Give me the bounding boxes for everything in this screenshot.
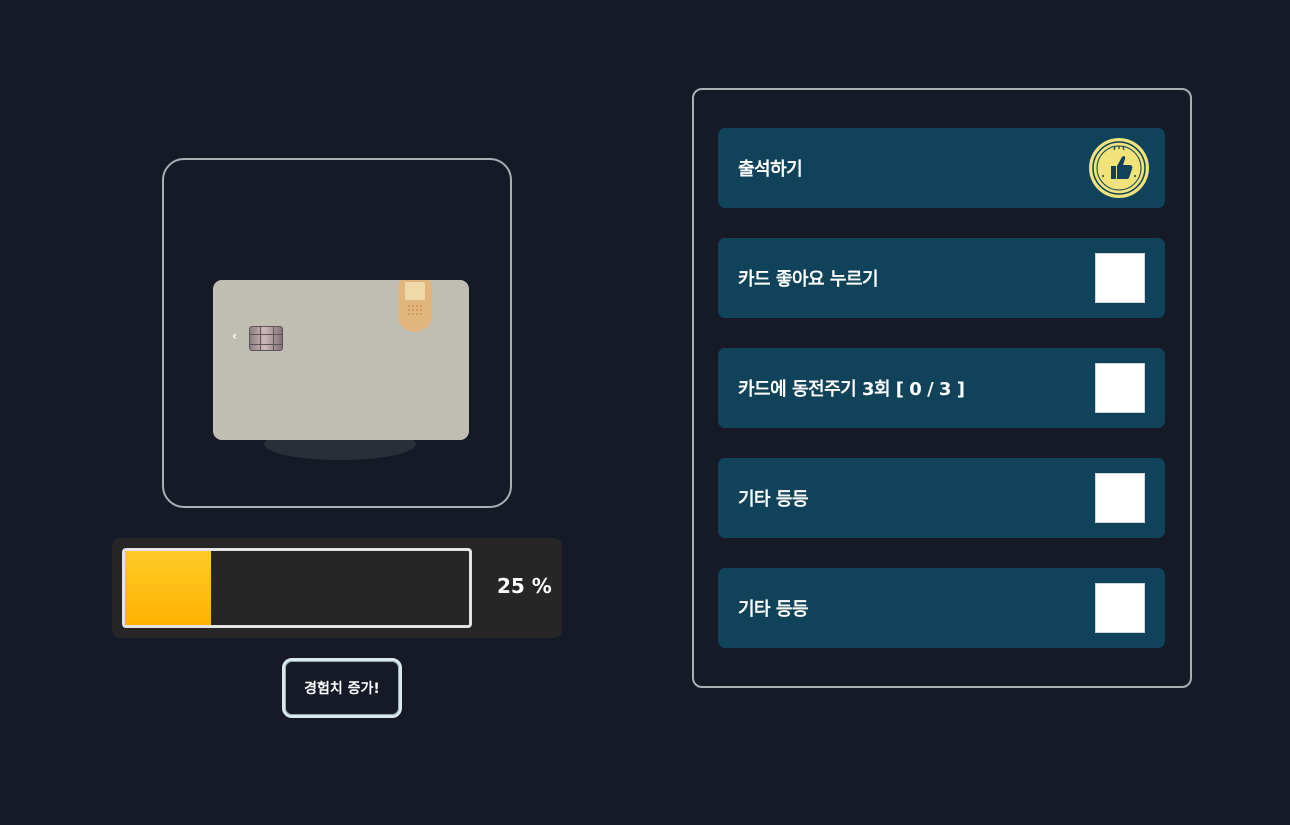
task-panel: 출석하기 카드 좋아요 누르기 카드에 동전주기 3회 [ 0 / 3 ] 기타… — [692, 88, 1192, 688]
task-label: 카드에 동전주기 3회 [ 0 / 3 ] — [738, 379, 965, 400]
task-item-like-card: 카드 좋아요 누르기 — [718, 238, 1165, 318]
credit-card[interactable]: ‹ — [213, 280, 469, 440]
increase-exp-button[interactable]: 경험치 증가! — [282, 658, 402, 718]
card-preview-frame: ‹ — [162, 158, 512, 508]
task-label: 기타 등등 — [738, 599, 809, 620]
task-item-give-coins: 카드에 동전주기 3회 [ 0 / 3 ] — [718, 348, 1165, 428]
thumbs-up-stamp-icon[interactable] — [1087, 136, 1151, 200]
task-label: 출석하기 — [738, 159, 803, 180]
task-checkbox[interactable] — [1095, 583, 1145, 633]
exp-progress-fill — [125, 551, 211, 625]
task-checkbox[interactable] — [1095, 253, 1145, 303]
task-item-etc-2: 기타 등등 — [718, 568, 1165, 648]
exp-progress-panel: 25 % — [112, 538, 562, 638]
exp-progress-track — [122, 548, 472, 628]
exp-progress-text: 25 % — [497, 574, 552, 598]
task-label: 기타 등등 — [738, 489, 809, 510]
bandage-dots — [407, 304, 423, 316]
task-label: 카드 좋아요 누르기 — [738, 269, 879, 290]
task-checkbox[interactable] — [1095, 363, 1145, 413]
bandage-sticker — [398, 280, 432, 332]
chevron-left-icon: ‹ — [232, 329, 237, 343]
card-chip — [249, 326, 283, 351]
task-item-etc-1: 기타 등등 — [718, 458, 1165, 538]
task-item-attendance: 출석하기 — [718, 128, 1165, 208]
bandage-pad — [405, 282, 425, 300]
app-root: ‹ 25 % 경험치 증가! 출석하기 카드 좋아요 누르기 카드에 동전주기 … — [0, 0, 1290, 825]
task-checkbox[interactable] — [1095, 473, 1145, 523]
